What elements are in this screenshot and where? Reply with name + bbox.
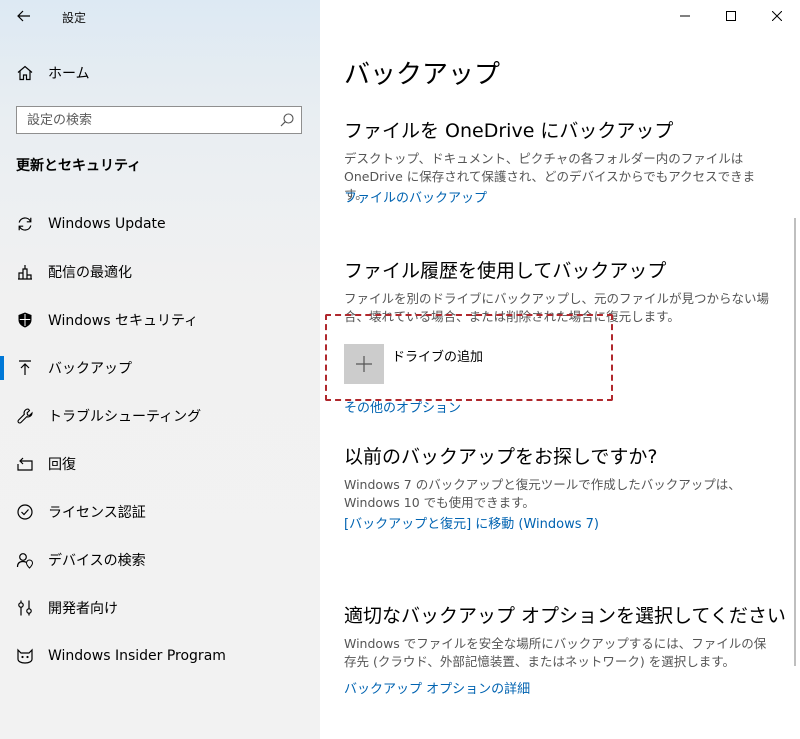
home-label: ホーム [48, 66, 90, 82]
search-box[interactable] [16, 106, 302, 134]
back-button[interactable] [12, 4, 36, 28]
sidebar-item-windows-update[interactable]: Windows Update [0, 200, 320, 248]
app-title: 設定 [62, 11, 87, 25]
sidebar-item-delivery-optimization[interactable]: 配信の最適化 [0, 248, 320, 296]
shield-icon [16, 311, 34, 329]
window-controls [662, 0, 800, 32]
older-backup-description: Windows 7 のバックアップと復元ツールで作成したバックアップは、Wind… [344, 477, 741, 510]
recovery-icon [16, 455, 34, 473]
sidebar-item-label: 配信の最適化 [48, 265, 132, 281]
backup-restore-link[interactable]: [バックアップと復元] に移動 (Windows 7) [344, 513, 599, 532]
check-circle-icon [16, 503, 34, 521]
maximize-icon [726, 11, 736, 21]
close-icon [772, 11, 782, 21]
search-input[interactable] [17, 107, 267, 133]
older-backup-heading: 以前のバックアップをお探しですか? [344, 446, 658, 468]
backup-options-details-link[interactable]: バックアップ オプションの詳細 [344, 678, 530, 697]
home-button[interactable]: ホーム [16, 60, 90, 86]
add-drive-tile [344, 344, 384, 384]
search-icon[interactable] [279, 112, 295, 128]
choose-option-description: Windows でファイルを安全な場所にバックアップするには、ファイルの保存先 … [344, 636, 767, 669]
sidebar-item-label: Windows Update [48, 216, 166, 232]
sidebar-item-troubleshoot[interactable]: トラブルシューティング [0, 392, 320, 440]
choose-option-heading: 適切なバックアップ オプションを選択してください [344, 605, 786, 627]
sidebar-item-activation[interactable]: ライセンス認証 [0, 488, 320, 536]
scrollbar[interactable] [794, 218, 796, 666]
back-arrow-icon [17, 10, 30, 22]
sidebar-item-label: ライセンス認証 [48, 505, 146, 521]
refresh-icon [16, 215, 34, 233]
minimize-icon [680, 15, 690, 17]
wrench-icon [16, 407, 34, 425]
sidebar-item-label: デバイスの検索 [48, 553, 146, 569]
delivery-optimization-icon [16, 263, 34, 281]
sidebar-titlebar: 設定 [0, 0, 320, 34]
section-title: 更新とセキュリティ [16, 158, 142, 174]
file-history-description: ファイルを別のドライブにバックアップし、元のファイルが見つからない場合、壊れてい… [344, 291, 770, 324]
sidebar-item-label: バックアップ [48, 361, 132, 377]
backup-arrow-icon [16, 359, 34, 377]
sidebar-item-label: Windows セキュリティ [48, 313, 199, 329]
sidebar-item-windows-insider[interactable]: Windows Insider Program [0, 632, 320, 680]
page-title: バックアップ [344, 60, 501, 90]
main-content: バックアップ ファイルを OneDrive にバックアップ デスクトップ、ドキュ… [320, 0, 800, 739]
close-button[interactable] [754, 0, 800, 32]
home-icon [17, 65, 33, 81]
person-location-icon [16, 551, 34, 569]
add-drive-button[interactable]: ドライブの追加 [344, 344, 483, 384]
plus-icon [356, 356, 372, 372]
developer-icon [16, 599, 34, 617]
insider-cat-icon [16, 647, 34, 665]
onedrive-heading: ファイルを OneDrive にバックアップ [344, 120, 674, 142]
sidebar-item-label: 回復 [48, 457, 76, 473]
sidebar-item-label: トラブルシューティング [48, 409, 202, 425]
sidebar: 設定 ホーム 更新とセキュリティ Windows Update [0, 0, 320, 739]
sidebar-item-backup[interactable]: バックアップ [0, 344, 320, 392]
sidebar-item-recovery[interactable]: 回復 [0, 440, 320, 488]
add-drive-label: ドライブの追加 [392, 350, 484, 365]
sidebar-item-label: Windows Insider Program [48, 648, 226, 664]
backup-files-link[interactable]: ファイルのバックアップ [344, 187, 487, 206]
sidebar-item-developers[interactable]: 開発者向け [0, 584, 320, 632]
minimize-button[interactable] [662, 0, 708, 32]
file-history-heading: ファイル履歴を使用してバックアップ [344, 260, 667, 282]
sidebar-item-find-device[interactable]: デバイスの検索 [0, 536, 320, 584]
sidebar-item-label: 開発者向け [48, 601, 118, 617]
more-options-link[interactable]: その他のオプション [344, 397, 461, 416]
sidebar-nav: Windows Update 配信の最適化 Windows セキュリティ バック… [0, 200, 320, 680]
sidebar-item-windows-security[interactable]: Windows セキュリティ [0, 296, 320, 344]
maximize-button[interactable] [708, 0, 754, 32]
